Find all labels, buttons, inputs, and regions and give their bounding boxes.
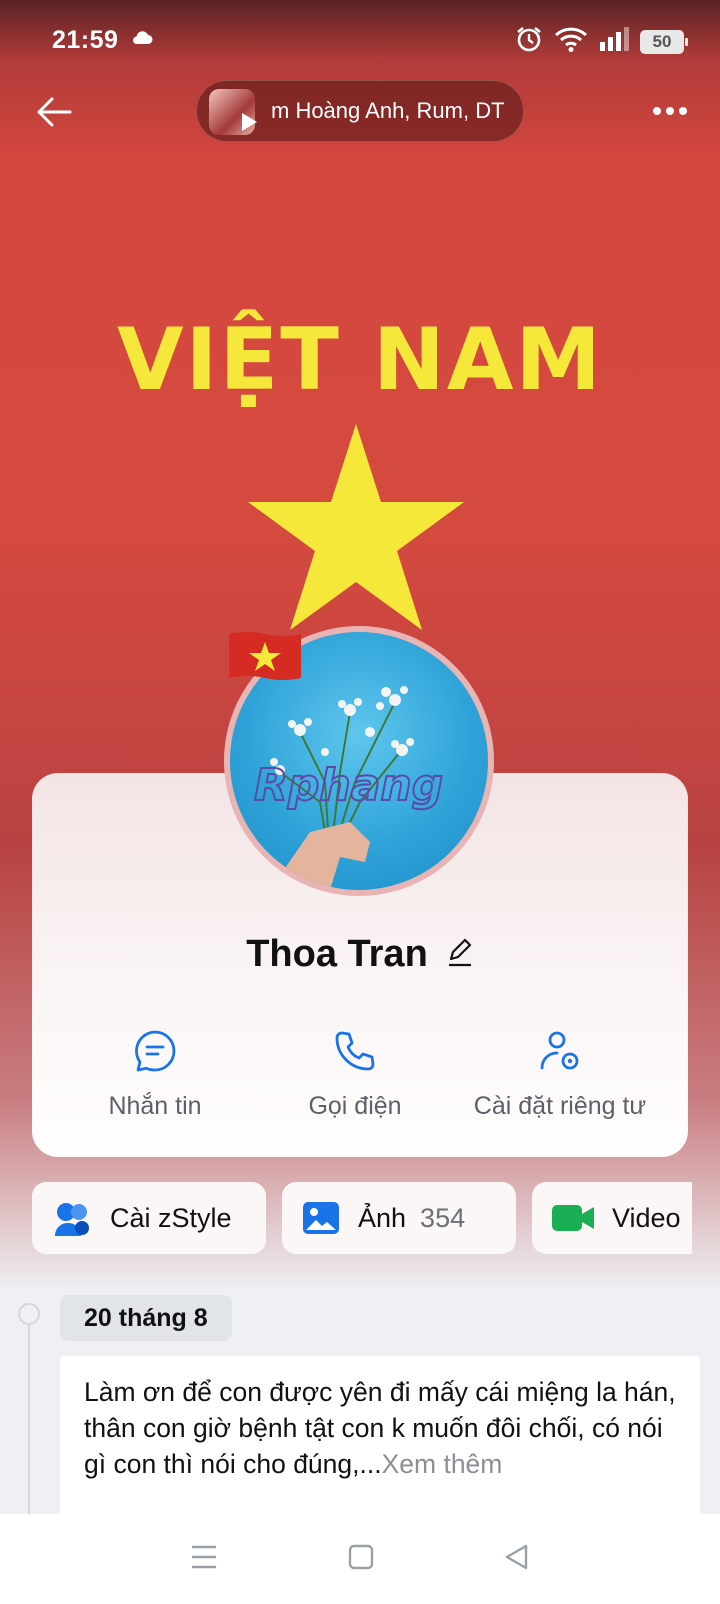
post-body: Làm ơn để con được yên đi mấy cái miệng …: [84, 1377, 676, 1479]
chip-count: 354: [420, 1202, 466, 1233]
video-chip[interactable]: Video: [532, 1182, 692, 1254]
profile-chips: Cài zStyle Ảnh 354 Video: [32, 1182, 692, 1254]
action-label: Cài đặt riêng tư: [473, 1092, 647, 1120]
home-icon[interactable]: [348, 1544, 374, 1575]
edit-pencil-icon[interactable]: [446, 937, 474, 972]
zstyle-chip[interactable]: Cài zStyle: [32, 1182, 266, 1254]
message-button[interactable]: Nhắn tin: [32, 1028, 278, 1121]
star-icon: [248, 424, 464, 630]
post-text: Làm ơn để con được yên đi mấy cái miệng …: [84, 1374, 676, 1482]
phone-icon: [335, 1031, 375, 1071]
profile-actions: Nhắn tin Gọi điện Cài đặt riêng tư: [32, 1028, 688, 1121]
profile-music-pill[interactable]: m Hoàng Anh, Rum, DT: [196, 80, 524, 142]
timeline-dot: [18, 1303, 40, 1325]
photos-chip[interactable]: Ảnh 354: [282, 1182, 516, 1254]
call-button[interactable]: Gọi điện: [278, 1028, 432, 1121]
alarm-icon: [514, 24, 544, 59]
back-button[interactable]: [34, 92, 74, 132]
chip-label: Cài zStyle: [110, 1202, 232, 1233]
action-label: Gọi điện: [308, 1092, 402, 1120]
system-nav-bar: [0, 1514, 720, 1604]
photo-icon: [303, 1202, 339, 1234]
wifi-icon: [554, 25, 588, 58]
status-icons: 50: [514, 24, 688, 59]
cover-title: VIỆT NAM: [116, 310, 604, 410]
timeline-date: 20 tháng 8: [60, 1295, 232, 1341]
chat-bubble-icon: [135, 1030, 176, 1072]
zstyle-icon: [55, 1203, 89, 1236]
status-bar: 21:59 50: [0, 0, 720, 80]
avatar-watermark: Rphang: [254, 760, 443, 811]
menu-icon[interactable]: [190, 1544, 218, 1575]
more-options-button[interactable]: [650, 96, 690, 126]
chip-label: Video: [612, 1202, 681, 1233]
action-label: Nhắn tin: [108, 1092, 202, 1120]
back-arrow-icon: [37, 97, 72, 127]
post-card[interactable]: Làm ơn để con được yên đi mấy cái miệng …: [60, 1356, 700, 1516]
chip-label: Ảnh: [358, 1202, 407, 1233]
signal-icon: [598, 26, 630, 57]
user-settings-icon: [540, 1031, 579, 1070]
more-dot: [653, 107, 661, 115]
music-title: m Hoàng Anh, Rum, DT: [271, 98, 505, 123]
vietnam-flag-icon: [229, 632, 301, 680]
video-camera-icon: [552, 1205, 594, 1231]
battery-icon: 50: [640, 29, 688, 54]
back-triangle-icon[interactable]: [504, 1543, 530, 1576]
play-icon: [239, 111, 259, 138]
more-dot: [666, 107, 674, 115]
more-dot: [679, 107, 687, 115]
name-row: Thoa Tran: [32, 933, 688, 976]
cloud-icon: [130, 28, 154, 51]
see-more-link[interactable]: Xem thêm: [382, 1449, 503, 1479]
privacy-settings-button[interactable]: Cài đặt riêng tư: [432, 1028, 688, 1121]
profile-name: Thoa Tran: [246, 933, 428, 975]
timeline-line: [28, 1314, 30, 1514]
status-time: 21:59: [52, 26, 119, 54]
